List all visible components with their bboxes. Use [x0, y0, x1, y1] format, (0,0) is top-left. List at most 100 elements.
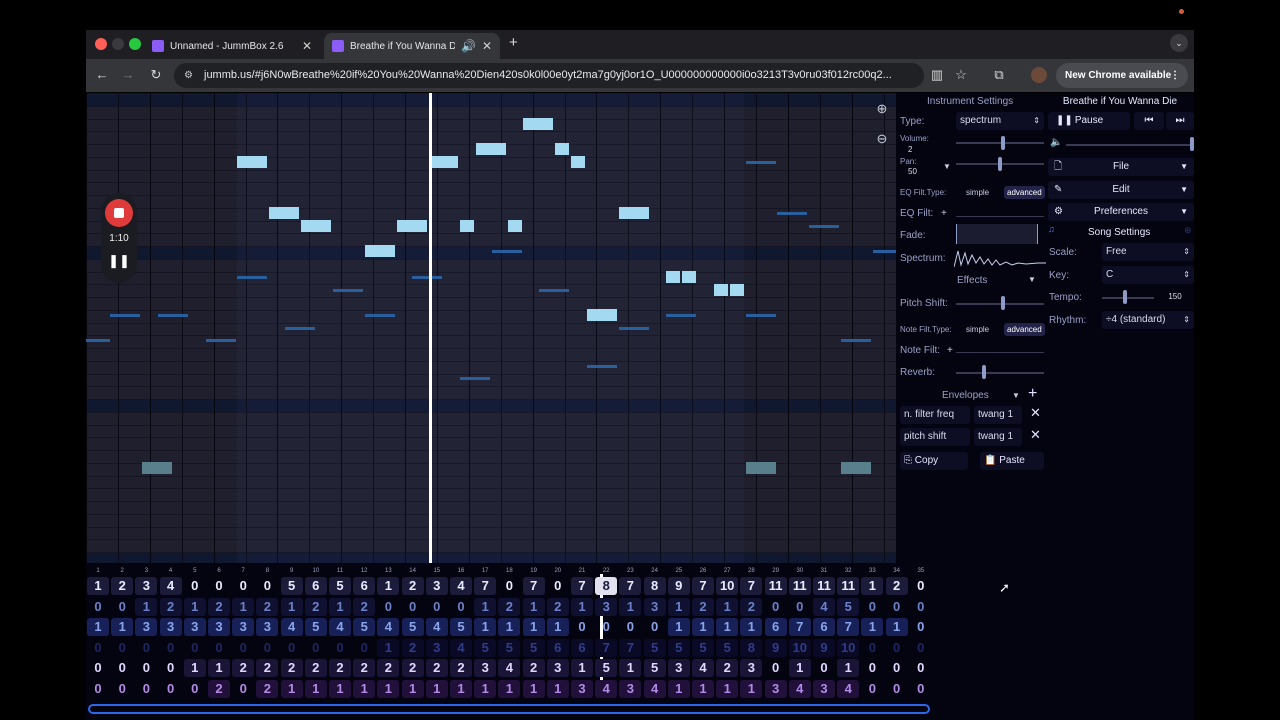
pattern-cell[interactable]: 1	[208, 659, 230, 677]
note[interactable]	[269, 207, 299, 219]
note[interactable]	[555, 143, 569, 155]
close-tab-icon[interactable]: ✕	[302, 39, 312, 53]
expand-icon[interactable]: ⊕	[1184, 225, 1192, 236]
pattern-cell[interactable]: 5	[353, 618, 376, 636]
eq-filter-graph[interactable]	[956, 203, 1044, 217]
pattern-cell[interactable]: 1	[692, 679, 714, 698]
note[interactable]	[301, 220, 331, 232]
pattern-cell[interactable]: 0	[232, 577, 254, 595]
pattern-cell[interactable]: 0	[256, 639, 278, 657]
pause-recording-icon[interactable]: ❚❚	[101, 253, 137, 269]
pattern-cell[interactable]: 3	[183, 618, 206, 636]
pattern-cell[interactable]: 5	[498, 638, 521, 657]
pattern-cell[interactable]: 2	[401, 577, 424, 595]
pattern-cell[interactable]: 2	[425, 659, 448, 677]
speaker-icon[interactable]: 🔊	[461, 39, 476, 53]
pattern-cell[interactable]: 0	[160, 659, 182, 677]
pattern-cell[interactable]: 2	[450, 659, 472, 677]
pattern-cell[interactable]: 8	[643, 577, 666, 595]
pattern-cell[interactable]: 0	[111, 680, 133, 698]
pattern-cell[interactable]: 0	[765, 598, 787, 616]
pattern-cell[interactable]: 5	[643, 659, 666, 677]
volume-slider-knob[interactable]	[1001, 136, 1005, 150]
pattern-cell[interactable]: 4	[377, 618, 400, 636]
pattern-cell[interactable]: 1	[329, 679, 351, 698]
note[interactable]	[587, 309, 617, 321]
pattern-cell[interactable]: 1	[619, 597, 642, 616]
pattern-cell[interactable]: 1	[135, 597, 158, 616]
pattern-cell[interactable]: 8	[595, 577, 618, 595]
pattern-cell[interactable]: 10	[837, 638, 860, 657]
extensions-icon[interactable]: ⧉	[991, 67, 1007, 83]
pattern-cell[interactable]: 7	[474, 577, 497, 595]
pattern-cell[interactable]: 0	[135, 659, 157, 677]
key-select[interactable]: C ⇕	[1102, 266, 1194, 284]
pattern-cell[interactable]: 11	[813, 577, 835, 595]
pattern-cell[interactable]: 5	[280, 577, 303, 595]
fade-graph[interactable]	[956, 224, 1038, 244]
pattern-cell[interactable]: 0	[135, 680, 157, 698]
pattern-cell[interactable]: 3	[740, 659, 763, 677]
pattern-cell[interactable]: 1	[667, 597, 690, 616]
pattern-cell[interactable]: 0	[886, 680, 908, 698]
pattern-cell[interactable]: 0	[111, 598, 133, 616]
pattern-cell[interactable]: 2	[208, 597, 230, 616]
pattern-cell[interactable]: 0	[910, 598, 932, 616]
pattern-cell[interactable]: 4	[788, 679, 811, 698]
pattern-cell[interactable]: 0	[789, 598, 811, 616]
envelope-shape-select[interactable]: twang 1	[974, 406, 1022, 424]
reverb-slider[interactable]	[956, 372, 1044, 374]
pattern-cell[interactable]: 1	[716, 597, 739, 616]
pattern-cell[interactable]: 3	[619, 679, 642, 698]
pattern-cell[interactable]: 1	[716, 618, 739, 636]
pattern-cell[interactable]: 0	[184, 639, 206, 657]
master-volume-knob[interactable]	[1190, 137, 1194, 151]
pattern-cell[interactable]: 4	[329, 618, 351, 636]
pattern-cell[interactable]: 1	[377, 577, 400, 595]
tempo-value[interactable]: 150	[1156, 292, 1194, 301]
pitch-shift-knob[interactable]	[1001, 296, 1005, 310]
pattern-cell[interactable]: 1	[498, 618, 521, 636]
pattern-cell[interactable]: 3	[159, 618, 182, 636]
pitch-shift-slider[interactable]	[956, 303, 1044, 305]
pattern-cell[interactable]: 1	[740, 618, 763, 636]
pattern-cell[interactable]: 0	[910, 659, 932, 677]
note-filt-simple-button[interactable]: simple	[966, 325, 989, 334]
pattern-cell[interactable]: 0	[87, 639, 109, 657]
song-title[interactable]: Breathe if You Wanna Die	[1046, 96, 1194, 107]
pattern-cell[interactable]: 7	[788, 618, 811, 636]
type-select[interactable]: spectrum ⇕	[956, 112, 1044, 130]
pattern-cell[interactable]: 3	[208, 618, 230, 636]
pattern-cell[interactable]: 4	[643, 679, 666, 698]
pattern-cell[interactable]: 0	[208, 639, 230, 657]
pattern-cell[interactable]: 2	[256, 659, 279, 677]
pattern-cell[interactable]: 2	[377, 659, 400, 677]
pattern-cell[interactable]: 1	[740, 679, 763, 698]
zoom-out-icon[interactable]: ⊖	[874, 131, 890, 147]
pattern-cell[interactable]: 7	[595, 638, 618, 657]
pattern-cell[interactable]: 4	[692, 659, 714, 677]
scale-select[interactable]: Free ⇕	[1102, 243, 1194, 261]
close-window-button[interactable]	[95, 38, 107, 50]
pattern-cell[interactable]: 6	[304, 577, 327, 595]
pattern-cell[interactable]: 3	[256, 618, 279, 636]
pattern-cell[interactable]: 2	[401, 638, 424, 657]
pattern-scrollbar[interactable]	[88, 704, 930, 714]
pattern-cell[interactable]: 2	[522, 659, 545, 677]
pattern-cell[interactable]: 9	[813, 638, 835, 657]
pattern-cell[interactable]: 0	[595, 618, 617, 636]
pattern-cell[interactable]: 5	[716, 638, 739, 657]
pattern-cell[interactable]: 1	[377, 638, 400, 657]
pattern-cell[interactable]: 1	[329, 597, 351, 616]
pattern-cell[interactable]: 4	[837, 679, 860, 698]
pattern-cell[interactable]: 10	[716, 577, 739, 595]
pattern-cell[interactable]: 0	[232, 639, 254, 657]
note-filt-advanced-button[interactable]: advanced	[1004, 323, 1045, 336]
profile-avatar[interactable]	[1031, 67, 1047, 83]
note[interactable]	[365, 245, 395, 257]
stop-recording-button[interactable]	[105, 199, 133, 227]
pattern-cell[interactable]: 2	[353, 597, 376, 616]
pattern-cell[interactable]: 5	[667, 638, 690, 657]
pattern-cell[interactable]: 5	[522, 638, 545, 657]
pattern-cell[interactable]: 2	[329, 659, 351, 677]
